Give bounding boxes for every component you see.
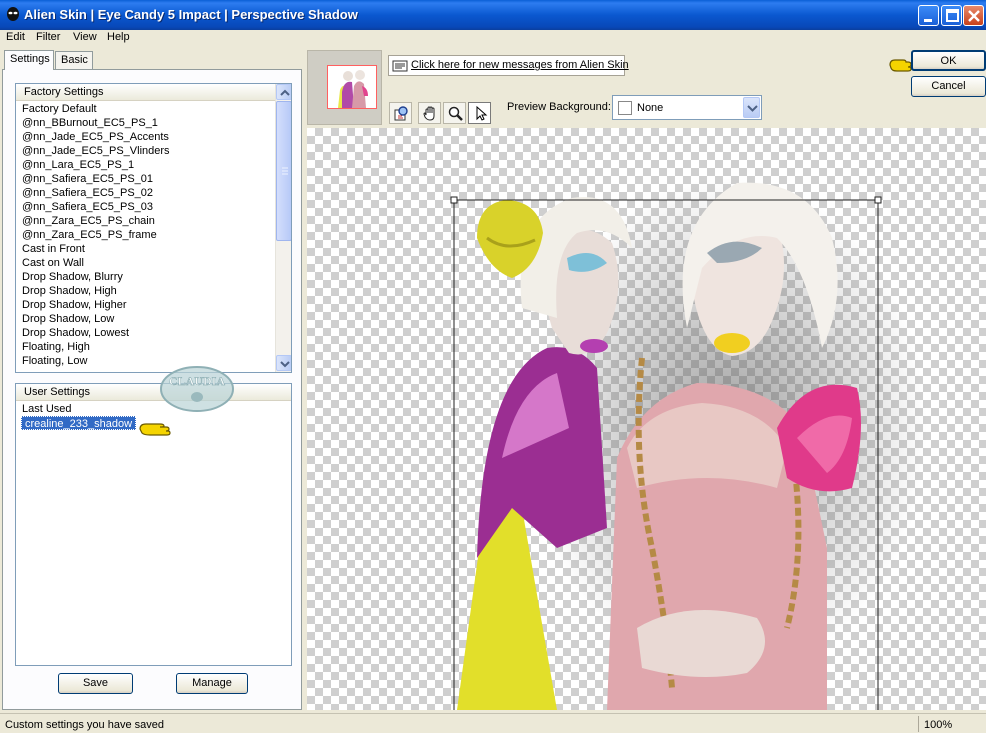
pointing-hand-icon [889, 59, 912, 72]
chevron-down-icon [280, 361, 290, 368]
list-item[interactable]: @nn_Safiera_EC5_PS_01 [21, 172, 170, 186]
preview-background-select[interactable]: None [612, 95, 762, 120]
zoom-icon [448, 106, 463, 121]
navigator-tool-button[interactable] [389, 102, 412, 124]
tab-basic[interactable]: Basic [55, 51, 93, 70]
maximize-icon [946, 9, 959, 22]
settings-panel: Factory Settings Factory Default @nn_BBur… [2, 69, 302, 710]
menu-view[interactable]: View [73, 31, 97, 43]
list-item-selected[interactable]: crealine_233_shadow [21, 416, 137, 430]
pointing-hand-icon [139, 423, 171, 436]
minimize-icon [924, 19, 932, 22]
ok-button[interactable]: OK [911, 50, 986, 71]
preview-background-label: Preview Background: [507, 101, 611, 113]
list-item[interactable]: Cast on Wall [21, 256, 170, 270]
list-item[interactable]: @nn_Safiera_EC5_PS_03 [21, 200, 170, 214]
thumbnail-image [328, 66, 376, 108]
user-settings-list[interactable]: User Settings Last Used crealine_233_sha… [15, 383, 292, 666]
scroll-up-button[interactable] [276, 84, 291, 100]
svg-text:CLAUDIA: CLAUDIA [169, 374, 225, 388]
menu-help[interactable]: Help [107, 31, 130, 43]
menu-edit[interactable]: Edit [6, 31, 25, 43]
list-item[interactable]: Drop Shadow, Higher [21, 298, 170, 312]
chevron-up-icon [280, 89, 290, 96]
watermark-seal: CLAUDIA [160, 366, 234, 412]
factory-scrollbar[interactable] [275, 84, 291, 372]
message-icon [392, 60, 408, 72]
navigator-thumbnail[interactable] [307, 50, 382, 125]
list-item[interactable]: Drop Shadow, High [21, 284, 170, 298]
manage-button[interactable]: Manage [176, 673, 248, 694]
messages-link-text[interactable]: Click here for new messages from Alien S… [411, 59, 629, 71]
messages-link[interactable]: Click here for new messages from Alien S… [388, 55, 629, 76]
zoom-tool-button[interactable] [443, 102, 466, 124]
pointer-tool-button[interactable] [468, 102, 491, 124]
color-swatch [618, 101, 632, 115]
list-item[interactable]: Cast in Front [21, 242, 170, 256]
list-item[interactable]: @nn_Jade_EC5_PS_Accents [21, 130, 170, 144]
status-bar: Custom settings you have saved 100% [0, 713, 986, 733]
status-text: Custom settings you have saved [5, 719, 164, 731]
scroll-thumb[interactable] [276, 101, 291, 241]
hand-tool-button[interactable] [418, 102, 441, 124]
maximize-button[interactable] [941, 5, 962, 26]
chevron-down-icon [747, 105, 758, 112]
list-item[interactable]: @nn_BBurnout_EC5_PS_1 [21, 116, 170, 130]
grip-icon [282, 167, 288, 175]
list-item[interactable]: @nn_Safiera_EC5_PS_02 [21, 186, 170, 200]
list-item[interactable]: Factory Default [21, 102, 170, 116]
menu-bar: Edit Filter View Help [0, 30, 986, 48]
user-settings-items: Last Used crealine_233_shadow [21, 402, 137, 430]
factory-settings-items: Factory Default @nn_BBurnout_EC5_PS_1 @nn_… [21, 102, 170, 368]
list-item[interactable]: @nn_Zara_EC5_PS_chain [21, 214, 170, 228]
factory-settings-list[interactable]: Factory Settings Factory Default @nn_BBur… [15, 83, 292, 373]
list-item[interactable]: Last Used [21, 402, 136, 416]
factory-settings-header: Factory Settings [16, 84, 291, 101]
cancel-button[interactable]: Cancel [911, 76, 986, 97]
list-item[interactable]: Drop Shadow, Lowest [21, 326, 170, 340]
list-item[interactable]: @nn_Lara_EC5_PS_1 [21, 158, 170, 172]
list-item[interactable]: Floating, High [21, 340, 170, 354]
alien-skin-logo-icon [7, 7, 19, 21]
tab-settings[interactable]: Settings [4, 50, 54, 70]
close-icon [968, 10, 980, 22]
list-item[interactable]: @nn_Jade_EC5_PS_Vlinders [21, 144, 170, 158]
scroll-down-button[interactable] [276, 355, 291, 371]
title-bar: Alien Skin | Eye Candy 5 Impact | Perspe… [0, 0, 986, 30]
list-item[interactable]: @nn_Zara_EC5_PS_frame [21, 228, 170, 242]
preview-canvas[interactable] [307, 128, 986, 710]
preview-background-value: None [637, 102, 664, 114]
save-button[interactable]: Save [58, 673, 133, 694]
pointer-icon [476, 105, 488, 121]
hand-icon [423, 106, 435, 121]
list-item[interactable]: Drop Shadow, Blurry [21, 270, 170, 284]
list-item[interactable]: Drop Shadow, Low [21, 312, 170, 326]
close-button[interactable] [963, 5, 984, 26]
menu-filter[interactable]: Filter [36, 31, 60, 43]
status-separator [918, 716, 919, 732]
dropdown-button[interactable] [743, 97, 760, 118]
list-item[interactable]: Floating, Low [21, 354, 170, 368]
navigator-icon [394, 106, 408, 121]
navigator-viewport[interactable] [327, 65, 377, 109]
minimize-button[interactable] [918, 5, 939, 26]
zoom-level: 100% [924, 719, 953, 731]
preview-image [450, 178, 927, 710]
user-settings-header: User Settings [16, 384, 291, 401]
window-title: Alien Skin | Eye Candy 5 Impact | Perspe… [24, 7, 358, 22]
